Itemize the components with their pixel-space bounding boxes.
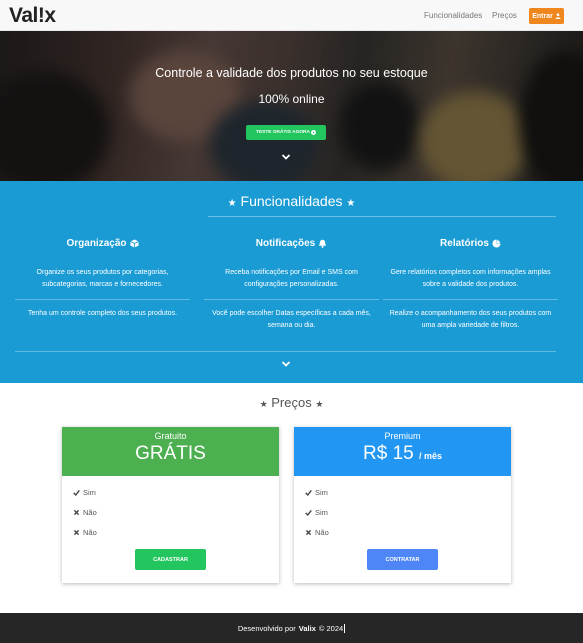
nav-link-precos[interactable]: Preços (492, 11, 517, 20)
footer-brand: Valix (298, 623, 316, 633)
pricing-card-free: Gratuito GRÁTIS Sim Não Não CADASTRAR (62, 427, 279, 583)
feature-heading: Notificações (204, 238, 379, 249)
check-icon (305, 489, 312, 496)
plan-price-value: GRÁTIS (135, 443, 206, 464)
pricing-card-premium: Premium R$ 15 / mês Sim Sim Não CONTRATA… (294, 427, 511, 583)
try-free-label: TESTE GRÁTIS AGORA (256, 130, 310, 135)
times-icon (73, 529, 80, 536)
features-section: ★ Funcionalidades ★ Organização Organize… (0, 181, 583, 383)
divider (383, 299, 558, 300)
feature-description: Tenha um controle completo dos seus prod… (27, 310, 178, 317)
plan-feature-label: Não (315, 528, 329, 537)
prices-title-label: Preços (271, 395, 312, 410)
times-icon (73, 509, 80, 516)
plan-feature-label: Não (83, 528, 97, 537)
divider (15, 299, 190, 300)
plan-feature-item: Não (73, 508, 97, 517)
star-icon: ★ (346, 198, 356, 209)
feature-description: Receba notificações por Email e SMS com … (225, 269, 358, 288)
plan-price: GRÁTIS (62, 443, 279, 465)
pricing-card-header: Gratuito GRÁTIS (62, 427, 279, 476)
feature-heading: Organização (15, 238, 190, 249)
brand-logo[interactable]: Val!x (9, 4, 56, 28)
footer: Desenvolvido por Valix © 2024 (0, 613, 583, 643)
signup-button[interactable]: CADASTRAR (135, 549, 206, 570)
bell-icon (318, 239, 327, 248)
login-button-label: Entrar (532, 12, 553, 20)
feature-heading: Relatórios (383, 238, 558, 249)
pricing-card-header: Premium R$ 15 / mês (294, 427, 511, 476)
plan-name: Premium (384, 431, 421, 441)
star-icon: ★ (227, 198, 237, 209)
times-icon (305, 529, 312, 536)
plan-name: Gratuito (154, 431, 187, 441)
plan-feature-label: Sim (83, 488, 96, 497)
footer-prefix: Desenvolvido por (237, 623, 296, 633)
plan-feature-item: Sim (73, 488, 96, 497)
feature-description: Você pode escolher Datas específicas a c… (212, 310, 371, 329)
plan-feature-label: Sim (315, 488, 328, 497)
feature-description: Gere relatórios completos com informaçõe… (390, 269, 551, 288)
hero-title: Controle a validade dos produtos no seu … (155, 66, 428, 80)
plan-feature-item: Sim (305, 488, 328, 497)
nav-link-funcionalidades[interactable]: Funcionalidades (424, 11, 482, 20)
plan-price-period: / mês (418, 451, 442, 461)
star-icon: ★ (315, 399, 324, 409)
features-title-label: Funcionalidades (240, 193, 343, 209)
feature-heading-label: Notificações (255, 238, 316, 249)
pie-chart-icon (492, 239, 501, 248)
try-free-button[interactable]: TESTE GRÁTIS AGORA (246, 125, 326, 140)
play-circle-icon (310, 130, 316, 135)
chevron-down-icon[interactable] (281, 152, 291, 162)
plan-price-value: R$ 15 (363, 443, 414, 464)
login-button[interactable]: Entrar (529, 8, 564, 24)
feature-heading-label: Relatórios (440, 238, 489, 249)
plan-feature-label: Não (83, 508, 97, 517)
check-icon (73, 489, 80, 496)
hero-banner: Controle a validade dos produtos no seu … (0, 31, 583, 181)
check-icon (305, 509, 312, 516)
navbar: Val!x Funcionalidades Preços Entrar (0, 0, 583, 31)
hero-subtitle: 100% online (258, 92, 325, 106)
subscribe-button[interactable]: CONTRATAR (367, 549, 438, 570)
divider (208, 216, 556, 217)
plan-feature-item: Não (73, 528, 97, 537)
feature-description: Realize o acompanhamento dos seus produt… (389, 310, 552, 329)
text-cursor (344, 623, 346, 633)
plan-feature-label: Sim (315, 508, 328, 517)
star-icon: ★ (259, 399, 268, 409)
plan-feature-item: Não (305, 528, 329, 537)
divider (15, 351, 556, 352)
feature-description: Organize os seus produtos por categorias… (36, 269, 169, 288)
prices-title: ★ Preços ★ (0, 395, 583, 410)
user-icon (555, 13, 561, 19)
divider (204, 299, 379, 300)
feature-heading-label: Organização (66, 238, 127, 249)
chevron-down-icon[interactable] (281, 359, 291, 369)
plan-feature-item: Sim (305, 508, 328, 517)
footer-copyright: © 2024 (318, 623, 344, 633)
cube-icon (129, 239, 139, 248)
features-title: ★ Funcionalidades ★ (0, 193, 583, 209)
plan-price: R$ 15 / mês (294, 443, 511, 465)
hero-overlay (0, 31, 583, 181)
